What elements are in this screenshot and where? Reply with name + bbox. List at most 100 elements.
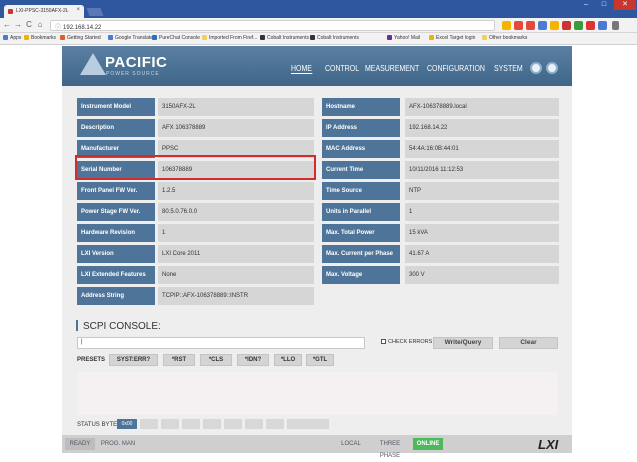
bookmark-label: Other bookmarks: [489, 35, 528, 41]
bookmark-icon: [310, 35, 315, 40]
write-query-button[interactable]: Write/Query: [433, 337, 493, 349]
bookmark-icon: [108, 35, 113, 40]
info-label: Description: [77, 119, 155, 137]
check-errors-checkbox[interactable]: CHECK ERRORS: [381, 339, 432, 345]
bookmark-item[interactable]: Yahoo! Mail: [387, 35, 420, 41]
status-bit: [266, 419, 284, 429]
bookmark-item[interactable]: Bookmarks: [24, 35, 56, 41]
bookmark-item[interactable]: Excel Target login: [429, 35, 475, 41]
bookmark-icon: [387, 35, 392, 40]
info-label: Max. Current per Phase: [322, 245, 400, 263]
back-icon[interactable]: ←: [2, 20, 12, 30]
bookmark-icon: [60, 35, 65, 40]
help-icon[interactable]: [546, 62, 558, 74]
info-value: 41.67 A: [405, 245, 559, 263]
reload-icon[interactable]: C: [24, 20, 34, 30]
bookmark-icon: [202, 35, 207, 40]
info-label: Current Time: [322, 161, 400, 179]
nav-measurement[interactable]: MEASUREMENT: [365, 63, 419, 73]
info-value: 15 kVA: [405, 224, 559, 242]
favicon-icon: [8, 9, 13, 14]
info-label: Units in Parallel: [322, 203, 400, 221]
info-label: MAC Address: [322, 140, 400, 158]
extension-icon[interactable]: [574, 21, 583, 30]
extension-icon[interactable]: [514, 21, 523, 30]
url-text: 192.168.14.22: [63, 25, 102, 31]
bookmark-icon: [260, 35, 265, 40]
nav-control[interactable]: CONTROL: [325, 63, 359, 73]
info-value: 1.2.5: [158, 182, 314, 200]
extension-icon[interactable]: [598, 21, 607, 30]
info-value: None: [158, 266, 314, 284]
three-phase-indicator: THREE PHASE: [369, 438, 411, 459]
nav-system[interactable]: SYSTEM: [494, 63, 523, 73]
scpi-response-area[interactable]: [77, 372, 558, 415]
bookmark-icon: [152, 35, 157, 40]
star-icon[interactable]: [502, 21, 511, 30]
extension-icon[interactable]: [550, 21, 559, 30]
status-byte-label: STATUS BYTE: [77, 422, 118, 428]
menu-icon[interactable]: [612, 21, 619, 30]
info-icon[interactable]: ⓘ: [55, 25, 61, 31]
preset-rst-button[interactable]: *RST: [163, 354, 195, 366]
home-icon[interactable]: ⌂: [35, 20, 45, 30]
bookmark-label: Cobalt Instruments: [267, 35, 309, 41]
info-label: Address String: [77, 287, 155, 305]
bookmark-icon: [24, 35, 29, 40]
bookmark-item[interactable]: Getting Started: [60, 35, 101, 41]
info-value: AFX-106378889.local: [405, 98, 559, 116]
status-bit: [287, 419, 329, 429]
info-label: Hostname: [322, 98, 400, 116]
local-indicator: LOCAL: [334, 438, 368, 450]
settings-icon[interactable]: [530, 62, 542, 74]
minimize-button[interactable]: –: [578, 0, 594, 10]
bookmark-item[interactable]: Imported From Firef...: [202, 35, 257, 41]
bookmark-item[interactable]: Cobalt Instruments: [310, 35, 359, 41]
preset-gtl-button[interactable]: *GTL: [306, 354, 334, 366]
tab-close-icon[interactable]: ×: [76, 7, 80, 13]
status-bit: [161, 419, 179, 429]
preset-llo-button[interactable]: *LLO: [274, 354, 302, 366]
clear-button[interactable]: Clear: [499, 337, 558, 349]
info-value: 192.168.14.22: [405, 119, 559, 137]
forward-icon[interactable]: →: [13, 20, 23, 30]
info-value: 54:4A:16:0B:44:01: [405, 140, 559, 158]
bookmark-item[interactable]: Apps: [3, 35, 21, 41]
new-tab-button[interactable]: [86, 8, 104, 16]
scpi-command-input[interactable]: |: [77, 337, 365, 349]
info-value: LXI Core 2011: [158, 245, 314, 263]
info-value: TCPIP::AFX-106378889::INSTR: [158, 287, 314, 305]
logo-text: PACIFIC: [105, 54, 168, 71]
browser-tab[interactable]: LXI-PPSC-3150AFX-2L ×: [4, 5, 84, 18]
extension-icon[interactable]: [526, 21, 535, 30]
preset-syst-err-button[interactable]: SYST:ERR?: [109, 354, 158, 366]
extension-icon[interactable]: [562, 21, 571, 30]
bookmark-item[interactable]: Cobalt Instruments: [260, 35, 309, 41]
bookmark-item[interactable]: Other bookmarks: [482, 35, 527, 41]
bookmark-item[interactable]: Google Translate: [108, 35, 153, 41]
nav-configuration[interactable]: CONFIGURATION: [427, 63, 485, 73]
close-window-button[interactable]: ✕: [614, 0, 636, 10]
check-errors-label: CHECK ERRORS: [388, 339, 433, 345]
info-value: 1: [158, 224, 314, 242]
extension-icon[interactable]: [586, 21, 595, 30]
status-bit: [140, 419, 158, 429]
checkbox-icon[interactable]: [381, 339, 386, 344]
info-value: 3150AFX-2L: [158, 98, 314, 116]
status-bit: [182, 419, 200, 429]
extension-icon[interactable]: [538, 21, 547, 30]
maximize-button[interactable]: □: [596, 0, 612, 10]
logo-subtitle: POWER SOURCE: [106, 71, 160, 77]
url-input[interactable]: ⓘ 192.168.14.22: [50, 20, 495, 31]
preset-cls-button[interactable]: *CLS: [200, 354, 232, 366]
presets-label: PRESETS: [77, 357, 106, 363]
bookmark-item[interactable]: PureChat Console: [152, 35, 200, 41]
bookmark-icon: [482, 35, 487, 40]
info-label: Time Source: [322, 182, 400, 200]
info-value: 1: [405, 203, 559, 221]
info-value: AFX 106378889: [158, 119, 314, 137]
preset-idn-button[interactable]: *IDN?: [237, 354, 269, 366]
ready-indicator: READY: [65, 438, 95, 450]
bookmark-label: PureChat Console: [159, 35, 200, 41]
nav-home[interactable]: HOME: [291, 63, 312, 74]
